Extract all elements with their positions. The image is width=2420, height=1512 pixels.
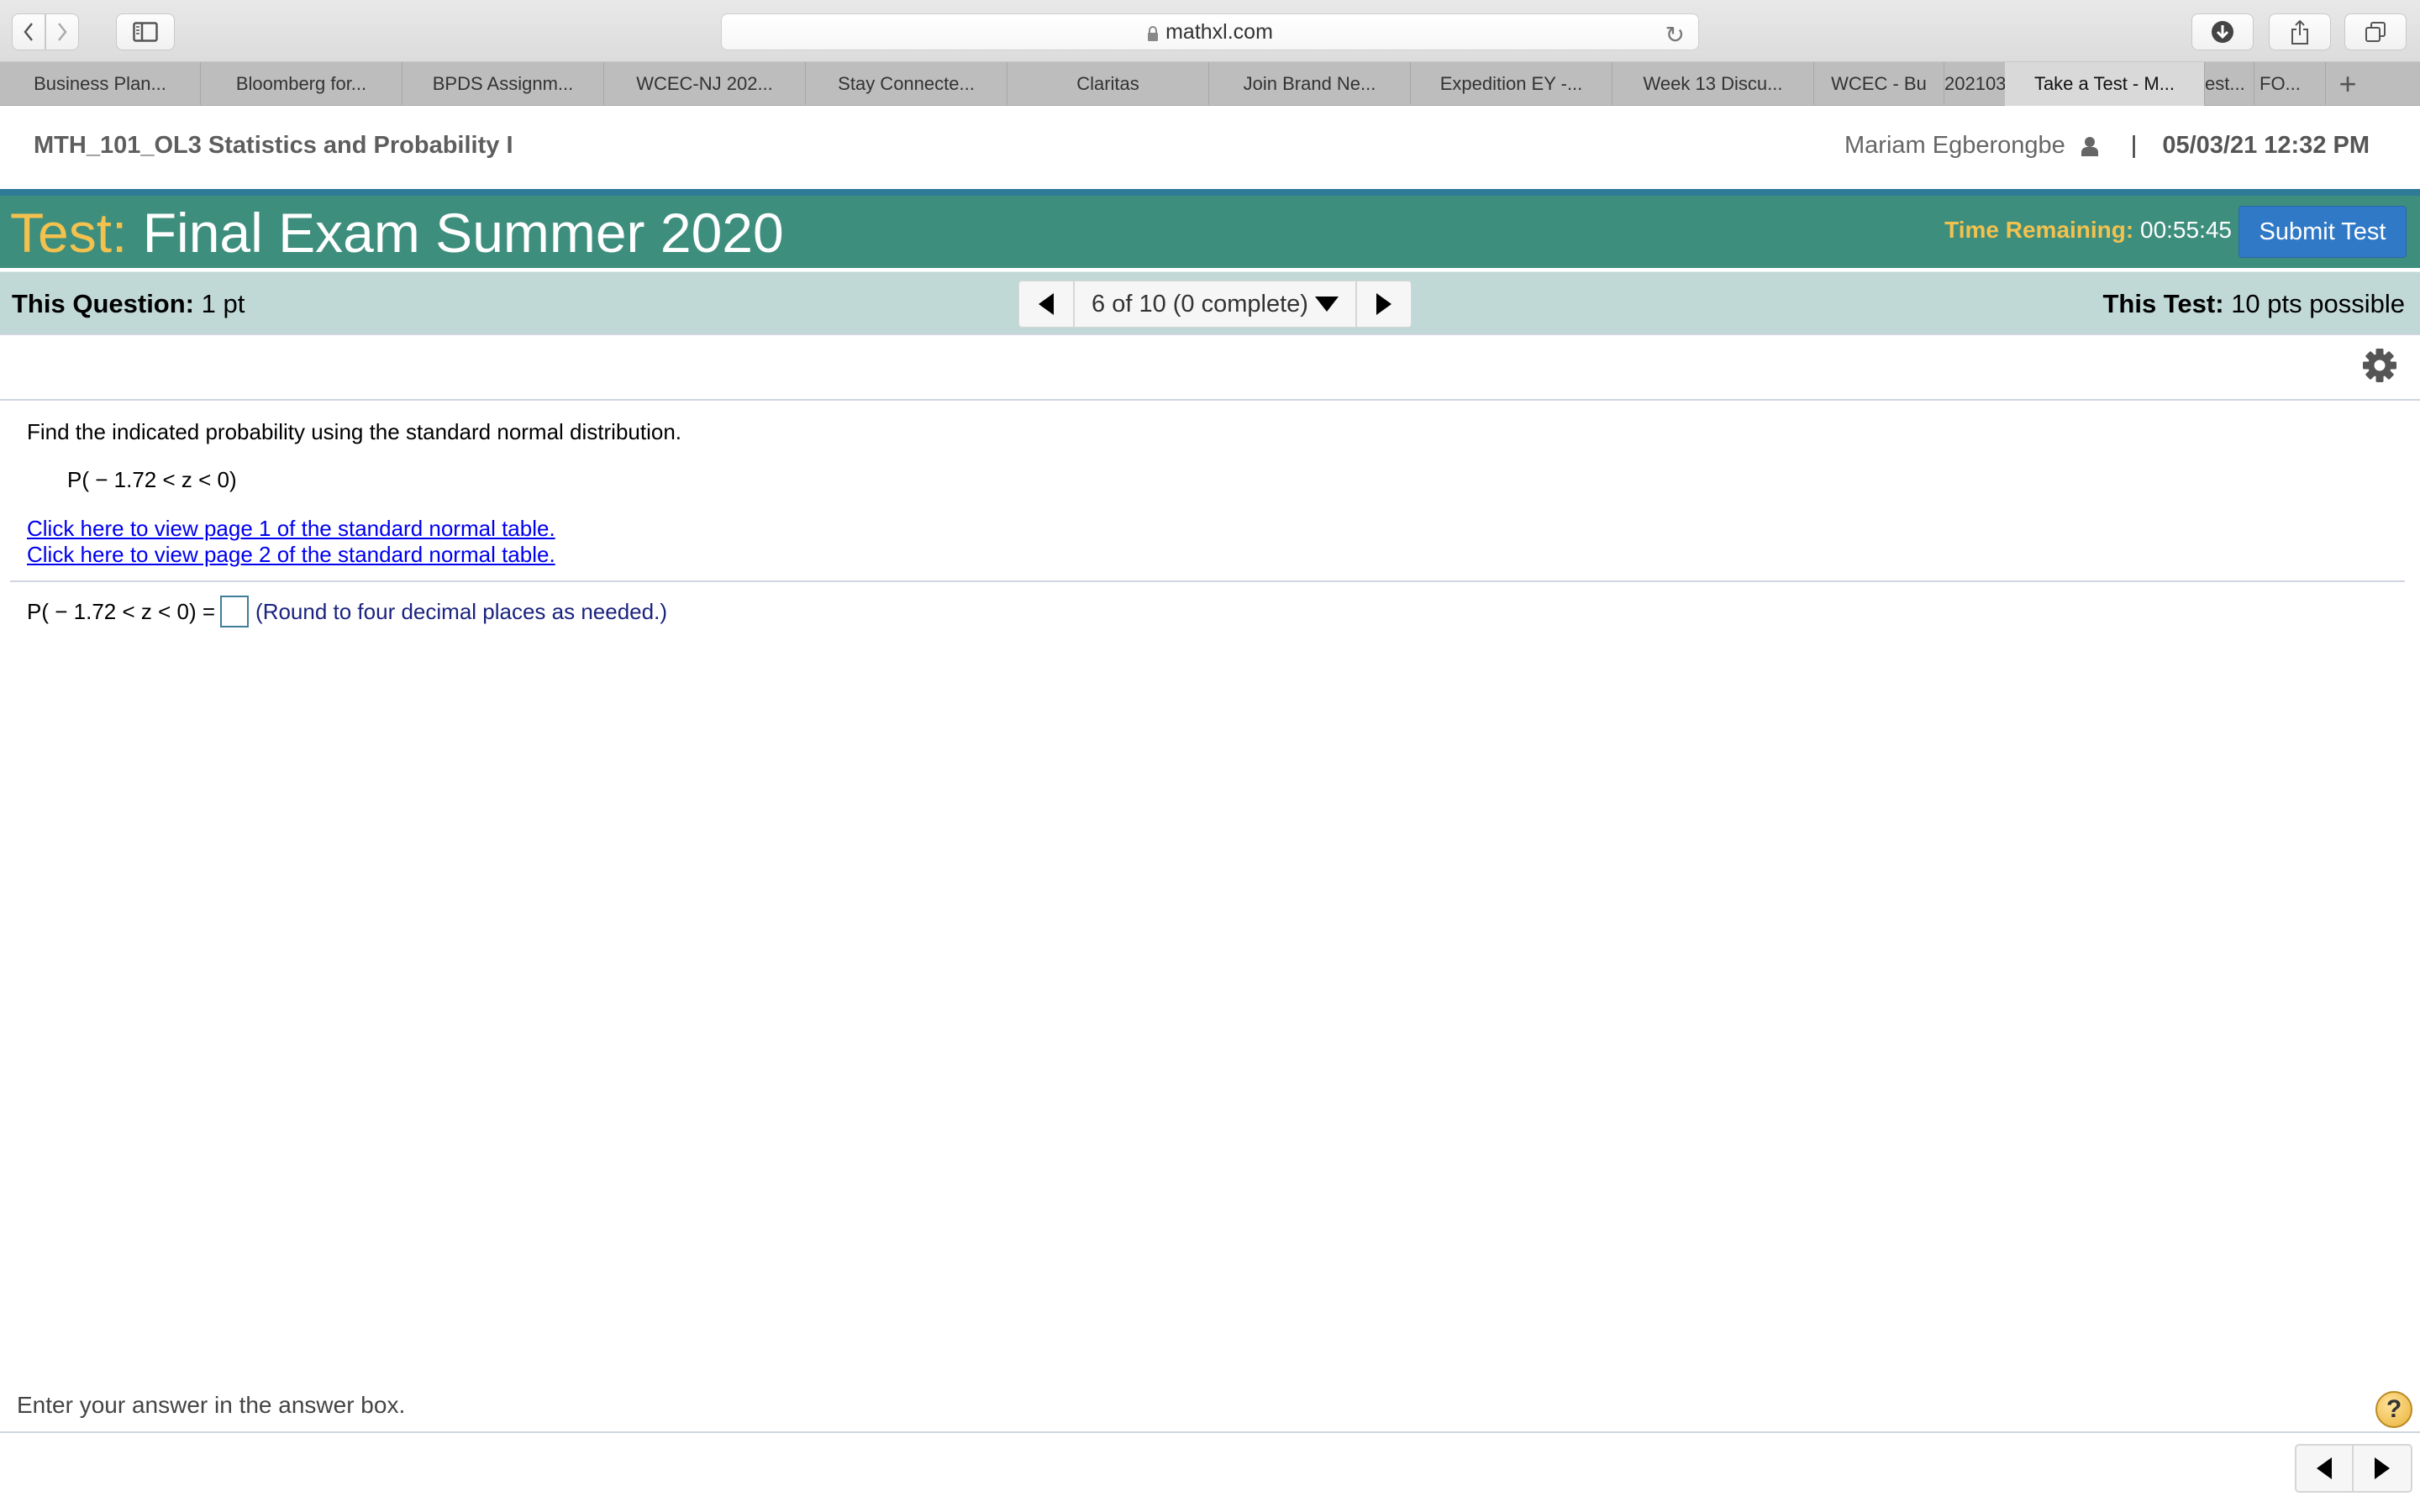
browser-tab[interactable]: BPDS Assignm... [402,62,604,106]
downloads-button[interactable] [2191,13,2254,50]
footer-previous-button[interactable] [2296,1446,2354,1491]
browser-tab[interactable]: Claritas [1007,62,1209,106]
footer-navigator [2295,1444,2412,1493]
tab-overview-button[interactable] [2344,13,2407,50]
browser-tab[interactable]: Bloomberg for... [201,62,402,106]
header-separator: | [2130,132,2138,159]
browser-tab-bar: Business Plan... Bloomberg for... BPDS A… [0,62,2420,106]
sidebar-icon [133,22,158,42]
time-remaining: Time Remaining: 00:55:45 [1944,217,2232,244]
browser-toolbar: mathxl.com ↻ [0,0,2420,62]
forward-button[interactable] [45,13,79,50]
question-navigator: 6 of 10 (0 complete) [1018,281,1412,328]
submit-test-button[interactable]: Submit Test [2238,206,2407,258]
chevron-left-icon [24,23,33,41]
footer-next-button[interactable] [2354,1446,2411,1491]
browser-tab[interactable]: Join Brand Ne... [1209,62,1411,106]
test-banner: Test: Final Exam Summer 2020 Time Remain… [0,189,2420,268]
question-expression: P( − 1.72 < z < 0) [67,467,237,492]
share-icon [2291,19,2308,45]
question-points-label: This Question: [12,289,194,318]
test-name: Final Exam Summer 2020 [142,202,784,264]
caret-down-icon [1314,297,1339,312]
address-bar[interactable]: mathxl.com ↻ [721,13,1699,50]
browser-tab[interactable]: WCEC - Bu [1814,62,1944,106]
new-tab-button[interactable]: + [2326,62,2370,106]
question-select-value: 6 of 10 (0 complete) [1092,290,1308,318]
time-remaining-label: Time Remaining: [1944,217,2134,243]
user-icon [2081,136,2098,156]
triangle-right-icon [2375,1457,2390,1479]
share-button[interactable] [2269,13,2331,50]
chevron-right-icon [58,23,67,41]
answer-row: P( − 1.72 < z < 0) = (Round to four deci… [27,596,667,627]
course-title: MTH_101_OL3 Statistics and Probability I [34,132,513,159]
header-datetime: 05/03/21 12:32 PM [2162,132,2370,159]
browser-tab[interactable]: 202103 [1944,62,2005,106]
answer-prefix: P( − 1.72 < z < 0) = [27,598,216,624]
lock-icon [1148,26,1159,41]
gear-icon[interactable] [2361,347,2398,384]
triangle-left-icon [1039,293,1054,315]
question-select-dropdown[interactable]: 6 of 10 (0 complete) [1075,281,1355,327]
question-points-value: 1 pt [201,289,245,318]
tabs-icon [2365,22,2386,42]
reload-icon[interactable]: ↻ [1665,21,1685,49]
test-title: Test: Final Exam Summer 2020 [10,201,784,265]
help-icon[interactable]: ? [2375,1391,2412,1428]
next-question-button[interactable] [1355,281,1411,327]
user-area: Mariam Egberongbe | 05/03/21 12:32 PM [1844,132,2370,160]
browser-tab[interactable]: est... [2205,62,2254,106]
browser-tab[interactable]: FO... [2254,62,2326,106]
sidebar-toggle-button[interactable] [116,13,175,50]
content-divider [10,580,2405,582]
browser-tab[interactable]: Stay Connecte... [806,62,1007,106]
browser-tab-active[interactable]: Take a Test - M... [2005,62,2205,106]
url-text: mathxl.com [1165,19,1273,44]
back-button[interactable] [12,13,45,50]
normal-table-page2-link[interactable]: Click here to view page 2 of the standar… [27,542,555,568]
answer-input[interactable] [220,596,250,627]
time-remaining-value: 00:55:45 [2140,217,2232,243]
question-points: This Question: 1 pt [12,289,245,319]
previous-question-button[interactable] [1019,281,1075,327]
footer-divider [0,1431,2420,1433]
triangle-left-icon [2317,1457,2332,1479]
answer-hint: (Round to four decimal places as needed.… [255,598,667,624]
test-points: This Test: 10 pts possible [2102,289,2405,319]
browser-tab[interactable]: Expedition EY -... [1411,62,1612,106]
user-name[interactable]: Mariam Egberongbe [1844,132,2065,160]
test-label: Test: [10,202,128,264]
browser-tab[interactable]: Week 13 Discu... [1612,62,1814,106]
question-instruction: Find the indicated probability using the… [27,419,682,444]
browser-tab[interactable]: Business Plan... [0,62,201,106]
footer-instruction: Enter your answer in the answer box. [17,1392,406,1418]
normal-table-page1-link[interactable]: Click here to view page 1 of the standar… [27,516,555,542]
question-tools-row [0,335,2420,401]
course-header: MTH_101_OL3 Statistics and Probability I… [0,107,2420,189]
test-points-label: This Test: [2102,289,2224,318]
question-info-bar: This Question: 1 pt 6 of 10 (0 complete)… [0,271,2420,335]
triangle-right-icon [1376,293,1392,315]
test-points-value: 10 pts possible [2231,289,2405,318]
browser-tab[interactable]: WCEC-NJ 202... [604,62,806,106]
download-icon [2212,21,2233,43]
